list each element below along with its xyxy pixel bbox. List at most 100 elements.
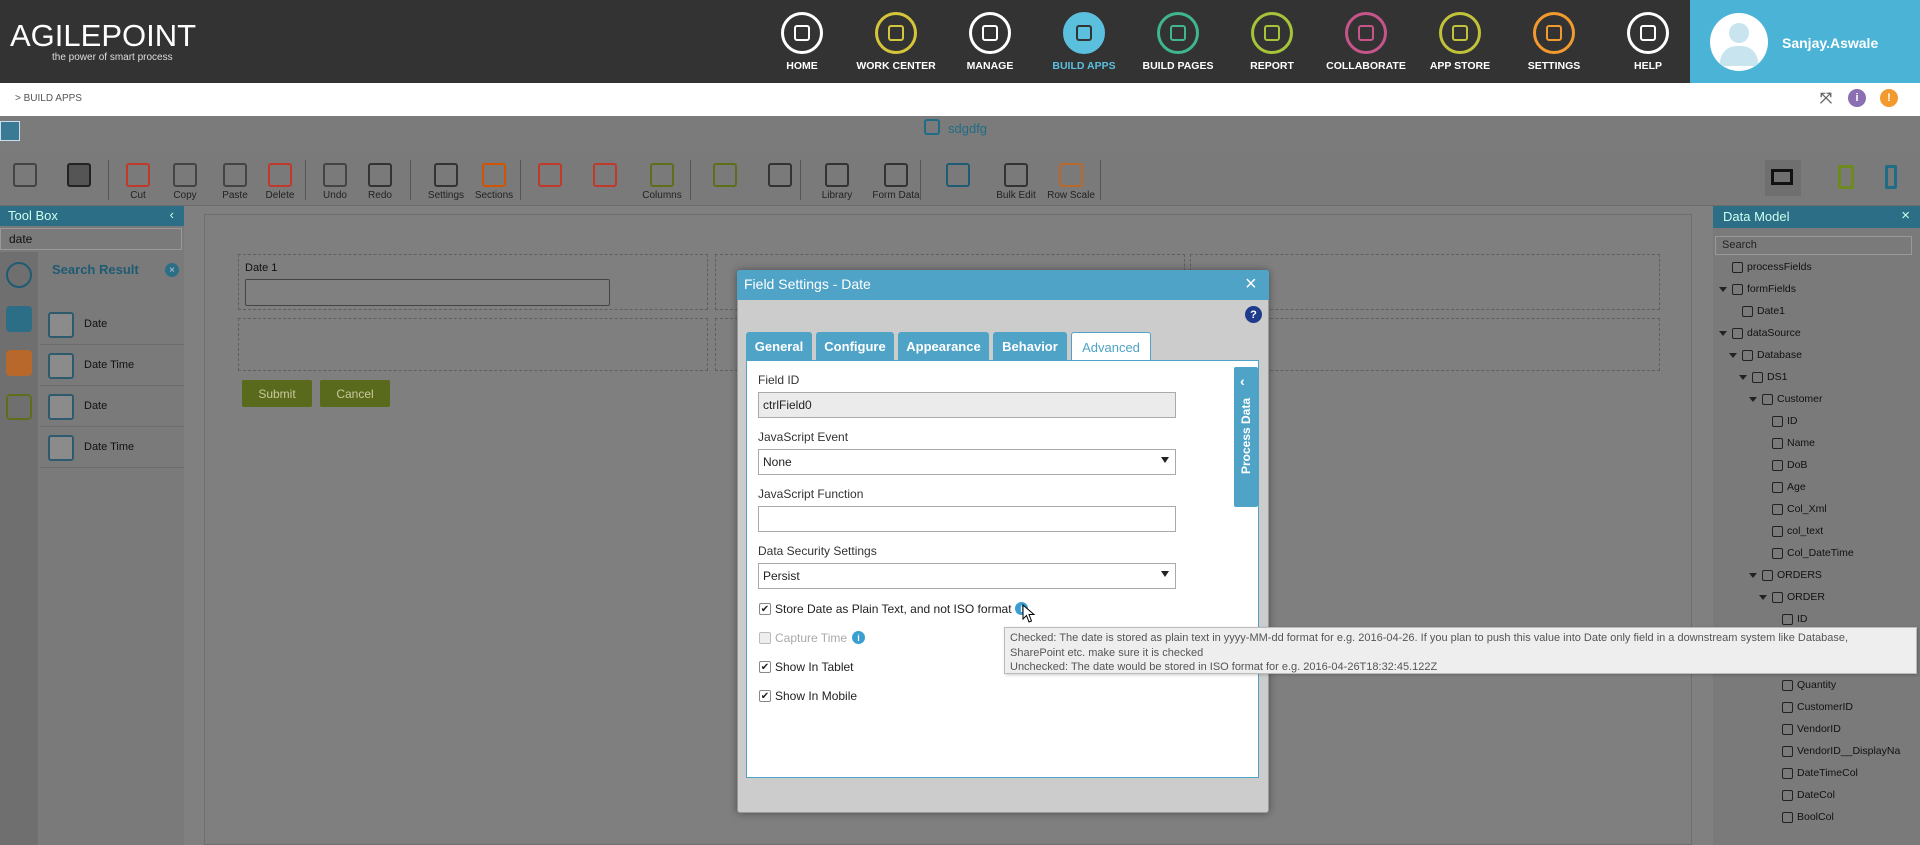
form-controls-icon[interactable] xyxy=(6,306,32,332)
dialog-close-icon[interactable]: × xyxy=(1245,274,1257,294)
data-model-node[interactable]: Customer xyxy=(1749,390,1823,408)
data-model-node[interactable]: dataSource xyxy=(1719,324,1801,342)
data-model-node[interactable]: Name xyxy=(1772,434,1815,452)
js-function-input[interactable] xyxy=(758,506,1176,532)
nav-build-pages[interactable]: BUILD PAGES xyxy=(1132,10,1224,76)
css-icon[interactable] xyxy=(530,157,570,190)
expand-arrow-icon[interactable] xyxy=(1729,352,1737,358)
print-icon[interactable] xyxy=(64,157,94,190)
user-panel[interactable]: Sanjay.Aswale xyxy=(1690,0,1920,83)
collapse-left-icon[interactable]: ‹ xyxy=(170,207,174,222)
save-icon[interactable] xyxy=(10,157,40,190)
checkbox[interactable]: ✔ xyxy=(759,690,771,702)
app-title[interactable]: sdgdfg xyxy=(948,121,987,136)
data-model-node[interactable]: Database xyxy=(1729,346,1802,364)
expand-arrow-icon[interactable] xyxy=(1749,572,1757,578)
integration-icon[interactable] xyxy=(6,394,32,420)
nav-build-apps[interactable]: BUILD APPS xyxy=(1038,10,1130,76)
toolbar-copy-button[interactable]: Copy xyxy=(165,157,205,201)
data-model-node[interactable]: DoB xyxy=(1772,456,1807,474)
notification-icon[interactable]: ! xyxy=(1880,89,1898,107)
data-model-node[interactable]: ID xyxy=(1782,610,1808,628)
form-cell[interactable] xyxy=(238,318,708,371)
toolbar-columns-button[interactable]: Columns xyxy=(642,157,682,201)
logo[interactable]: AGILEPOINT the power of smart process xyxy=(10,18,196,63)
desktop-view-icon[interactable] xyxy=(1765,160,1801,196)
tools-icon[interactable] xyxy=(938,157,978,190)
data-model-node[interactable]: DateCol xyxy=(1782,786,1835,804)
data-model-node[interactable]: processFields xyxy=(1732,258,1812,276)
date1-input[interactable] xyxy=(245,279,610,306)
data-security-select[interactable]: Persist xyxy=(758,563,1176,589)
toolbar-bulk-edit-button[interactable]: Bulk Edit xyxy=(988,157,1044,201)
toolbox-item[interactable]: Date xyxy=(40,387,184,427)
data-model-node[interactable]: ORDERS xyxy=(1749,566,1822,584)
data-model-node[interactable]: ORDER xyxy=(1759,588,1825,606)
toolbar-library-button[interactable]: Library xyxy=(817,157,857,201)
info-icon[interactable]: i xyxy=(1848,89,1866,107)
data-controls-icon[interactable] xyxy=(6,350,32,376)
data-binding-icon[interactable] xyxy=(760,157,800,190)
data-model-node[interactable]: Quantity xyxy=(1782,676,1836,694)
checkbox[interactable]: ✔ xyxy=(759,603,771,615)
toolbar-paste-button[interactable]: Paste xyxy=(215,157,255,201)
nav-settings[interactable]: SETTINGS xyxy=(1508,10,1600,76)
checkbox-label[interactable]: Store Date as Plain Text, and not ISO fo… xyxy=(775,602,1012,616)
data-model-node[interactable]: VendorID xyxy=(1782,720,1841,738)
data-model-node[interactable]: DateTimeCol xyxy=(1782,764,1858,782)
expand-arrow-icon[interactable] xyxy=(1739,374,1747,380)
toolbar-undo-button[interactable]: Undo xyxy=(315,157,355,201)
js-icon[interactable] xyxy=(585,157,625,190)
toolbox-item[interactable]: Date xyxy=(40,305,184,345)
submit-button[interactable]: Submit xyxy=(242,380,312,407)
nav-collaborate[interactable]: COLLABORATE xyxy=(1320,10,1412,76)
nav-app-store[interactable]: APP STORE xyxy=(1414,10,1506,76)
expand-arrow-icon[interactable] xyxy=(1749,396,1757,402)
nav-manage[interactable]: MANAGE xyxy=(944,10,1036,76)
toolbox-item[interactable]: Date Time xyxy=(40,428,184,468)
data-model-node[interactable]: Col_DateTime xyxy=(1772,544,1854,562)
tablet-view-icon[interactable] xyxy=(1838,165,1854,189)
expand-arrow-icon[interactable] xyxy=(1719,286,1727,292)
preview-icon[interactable] xyxy=(705,157,745,190)
data-model-search-input[interactable]: Search xyxy=(1715,236,1912,255)
tab-advanced[interactable]: Advanced xyxy=(1071,332,1151,361)
nav-help[interactable]: HELP xyxy=(1602,10,1694,76)
data-model-node[interactable]: Age xyxy=(1772,478,1806,496)
data-model-node[interactable]: DS1 xyxy=(1739,368,1787,386)
info-icon[interactable]: i xyxy=(852,631,865,644)
toolbar-cut-button[interactable]: Cut xyxy=(118,157,158,201)
avatar[interactable] xyxy=(1710,13,1768,71)
data-model-node[interactable]: CustomerID xyxy=(1782,698,1853,716)
toolbox-search-input[interactable]: date xyxy=(0,228,182,250)
toolbox-item[interactable]: Date Time xyxy=(40,346,184,386)
data-model-node[interactable]: BoolCol xyxy=(1782,808,1834,826)
close-icon[interactable]: × xyxy=(1901,207,1910,224)
expand-arrow-icon[interactable] xyxy=(1719,330,1727,336)
toolbar-redo-button[interactable]: Redo xyxy=(360,157,400,201)
data-model-node[interactable]: col_text xyxy=(1772,522,1823,540)
nav-home[interactable]: HOME xyxy=(756,10,848,76)
nav-work-center[interactable]: WORK CENTER xyxy=(850,10,942,76)
cancel-button[interactable]: Cancel xyxy=(320,380,390,407)
toolbar-row-scale-button[interactable]: Row Scale xyxy=(1043,157,1099,201)
clear-search-icon[interactable]: × xyxy=(165,263,179,277)
search-icon[interactable] xyxy=(6,262,32,288)
mobile-view-icon[interactable] xyxy=(1885,165,1897,189)
data-model-node[interactable]: Col_Xml xyxy=(1772,500,1827,518)
tab-configure[interactable]: Configure xyxy=(816,332,894,360)
app-badge-icon[interactable] xyxy=(0,121,20,141)
breadcrumb[interactable]: > BUILD APPS xyxy=(15,93,82,104)
toolbar-form-data-button[interactable]: Form Data xyxy=(868,157,924,201)
toolbar-sections-button[interactable]: Sections xyxy=(466,157,522,201)
tab-general[interactable]: General xyxy=(746,332,812,360)
nav-report[interactable]: REPORT xyxy=(1226,10,1318,76)
tab-behavior[interactable]: Behavior xyxy=(993,332,1067,360)
checkbox[interactable]: ✔ xyxy=(759,661,771,673)
tab-appearance[interactable]: Appearance xyxy=(898,332,989,360)
fullscreen-icon[interactable]: ⤧ xyxy=(1817,89,1835,107)
checkbox-label[interactable]: Show In Tablet xyxy=(775,660,854,674)
expand-arrow-icon[interactable] xyxy=(1759,594,1767,600)
js-event-select[interactable]: None xyxy=(758,449,1176,475)
data-model-node[interactable]: ID xyxy=(1772,412,1798,430)
